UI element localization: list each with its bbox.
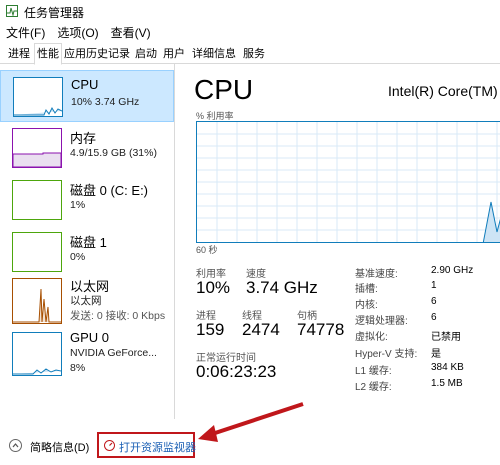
spec-hyperv-value: 是 (431, 349, 441, 360)
tab-bar: 进程 性能 应用历史记录 启动 用户 详细信息 服务 (0, 42, 500, 65)
spec-sockets-label: 插槽: (355, 284, 378, 295)
sidebar-item-label: 磁盘 1 (70, 235, 107, 250)
sidebar-item-detail: 1% (70, 199, 86, 211)
time-axis-label: 60 秒 (196, 245, 218, 255)
page-title: CPU (194, 74, 254, 105)
tab-performance[interactable]: 性能 (34, 43, 62, 65)
speed-value: 3.74 GHz (246, 278, 318, 297)
spec-base-speed-value: 2.90 GHz (431, 265, 474, 276)
spec-l2-label: L2 缓存: (355, 382, 392, 393)
spec-cores-label: 内核: (355, 300, 378, 311)
uptime-value: 0:06:23:23 (196, 362, 277, 381)
gpu-thumbnail (12, 332, 62, 376)
sidebar-item-disk0[interactable]: 磁盘 0 (C: E:) 1% (0, 174, 174, 226)
sidebar-item-cpu[interactable]: CPU 10% 3.74 GHz (0, 70, 174, 122)
handles-value: 74778 (297, 320, 345, 339)
spec-l2-value: 1.5 MB (431, 378, 463, 389)
sidebar-item-detail: 4.9/15.9 GB (31%) (70, 147, 157, 159)
sidebar-item-label: 内存 (70, 131, 97, 146)
sidebar-item-detail: NVIDIA GeForce... (70, 347, 157, 359)
resource-monitor-icon (104, 440, 115, 451)
menu-bar: 文件(F) 选项(O) 查看(V) (0, 24, 157, 42)
open-resource-monitor-label: 打开资源监视器 (119, 442, 196, 454)
utilization-value: 10% (196, 278, 231, 297)
menu-file[interactable]: 文件(F) (0, 24, 51, 42)
window-title: 任务管理器 (24, 6, 85, 20)
tab-details[interactable]: 详细信息 (188, 45, 240, 64)
sidebar-item-usage: 8% (70, 362, 86, 374)
sidebar-item-detail: 0% (70, 251, 86, 263)
spec-cores-value: 6 (431, 296, 437, 307)
sidebar-item-ethernet[interactable]: 以太网 以太网 发送: 0 接收: 0 Kbps (0, 272, 174, 330)
spec-logical-value: 6 (431, 312, 437, 323)
ethernet-thumbnail (12, 278, 62, 324)
cpu-utilization-graph (196, 121, 500, 243)
memory-thumbnail (12, 128, 62, 168)
sidebar-item-label: GPU 0 (70, 330, 110, 345)
tab-users[interactable]: 用户 (160, 45, 188, 64)
fewer-details-link[interactable]: 简略信息(D) (30, 439, 89, 455)
tab-services[interactable]: 服务 (240, 45, 268, 64)
spec-l1-label: L1 缓存: (355, 366, 392, 377)
menu-options[interactable]: 选项(O) (51, 24, 104, 42)
sidebar-item-disk1[interactable]: 磁盘 1 0% (0, 226, 174, 278)
disk0-thumbnail (12, 180, 62, 220)
spec-hyperv-label: Hyper-V 支持: (355, 349, 418, 360)
sidebar-item-gpu[interactable]: GPU 0 NVIDIA GeForce... 8% (0, 326, 174, 382)
tab-processes[interactable]: 进程 (4, 45, 34, 64)
sidebar-item-label: 磁盘 0 (C: E:) (70, 183, 149, 198)
task-manager-icon (6, 5, 18, 17)
spec-base-speed-label: 基准速度: (355, 269, 398, 280)
resource-sidebar: CPU 10% 3.74 GHz 内存 4.9/15.9 GB (31%) 磁盘… (0, 64, 175, 419)
sidebar-item-detail: 10% 3.74 GHz (71, 96, 140, 108)
chevron-up-icon[interactable] (9, 439, 22, 452)
tab-startup[interactable]: 启动 (132, 45, 160, 64)
tab-app-history[interactable]: 应用历史记录 (62, 45, 132, 64)
threads-value: 2474 (242, 320, 280, 339)
spec-sockets-value: 1 (431, 280, 437, 291)
open-resource-monitor-button[interactable]: 打开资源监视器 (97, 432, 196, 458)
menu-view[interactable]: 查看(V) (105, 24, 157, 42)
spec-virtualization-value: 已禁用 (431, 332, 461, 343)
processes-value: 159 (196, 320, 225, 339)
spec-virtualization-label: 虚拟化: (355, 332, 388, 343)
title-bar: 任务管理器 (0, 0, 500, 22)
cpu-detail-panel: CPU Intel(R) Core(TM) i % 利用率 60 秒 利用率 1… (176, 64, 500, 419)
spec-l1-value: 384 KB (431, 362, 464, 373)
sidebar-item-detail: 以太网 (70, 295, 102, 307)
disk1-thumbnail (12, 232, 62, 272)
sidebar-item-memory[interactable]: 内存 4.9/15.9 GB (31%) (0, 122, 174, 174)
spec-logical-label: 逻辑处理器: (355, 316, 408, 327)
bottom-bar: 简略信息(D) 打开资源监视器 (0, 420, 500, 465)
sidebar-item-throughput: 发送: 0 接收: 0 Kbps (70, 310, 166, 322)
cpu-thumbnail (13, 77, 63, 117)
cpu-model-name: Intel(R) Core(TM) i (388, 83, 500, 99)
sidebar-item-label: CPU (71, 77, 99, 92)
